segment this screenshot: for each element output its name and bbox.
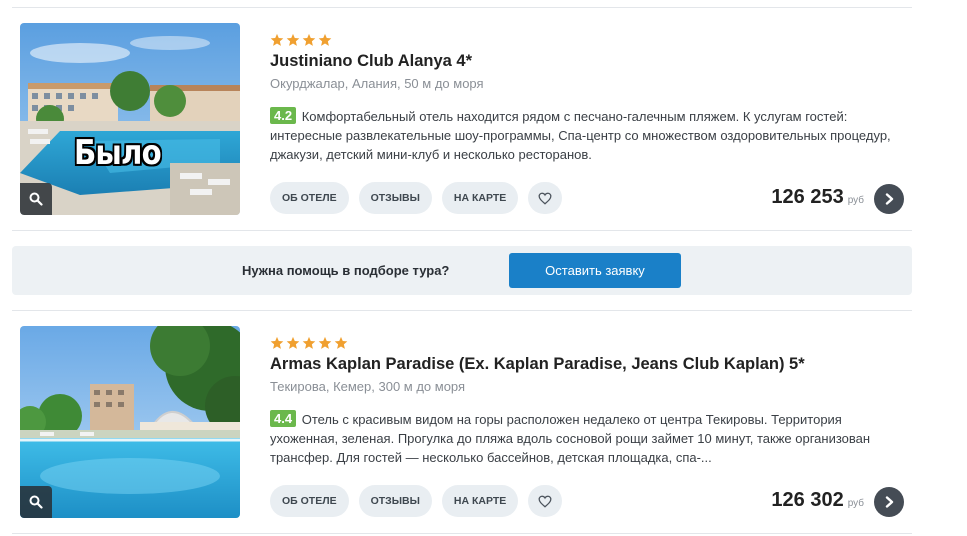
hotel-stars: [270, 33, 332, 47]
favorite-button[interactable]: [528, 485, 563, 517]
about-hotel-button[interactable]: ОБ ОТЕЛЕ: [270, 485, 349, 517]
chevron-right-icon: [885, 193, 894, 205]
leave-request-button[interactable]: Оставить заявку: [509, 253, 681, 288]
hotel-description: 4.2 Комфортабельный отель находится рядо…: [270, 107, 900, 164]
rating-badge: 4.2: [270, 107, 297, 124]
help-text: Нужна помощь в подборе тура?: [242, 263, 450, 278]
hotel-card: Было Justiniano Club Alanya 4* Окурджала…: [12, 23, 912, 223]
star-icon: [318, 336, 332, 349]
divider: [12, 230, 912, 231]
divider-top: [12, 7, 912, 8]
price-currency: руб: [847, 498, 864, 509]
hotel-actions: ОБ ОТЕЛЕ ОТЗЫВЫ НА КАРТЕ: [270, 485, 563, 517]
open-hotel-button[interactable]: [874, 487, 904, 517]
heart-icon: [538, 495, 552, 508]
hotel-name[interactable]: Justiniano Club Alanya 4*: [270, 52, 472, 71]
help-banner: Нужна помощь в подборе тура? Оставить за…: [12, 246, 912, 295]
star-icon: [286, 336, 300, 349]
reviews-button[interactable]: ОТЗЫВЫ: [358, 182, 432, 214]
divider-bottom: [12, 533, 912, 534]
description-text: Комфортабельный отель находится рядом с …: [270, 109, 891, 162]
hotel-stars: [270, 336, 348, 350]
photo-zoom-button[interactable]: [20, 486, 52, 518]
divider: [12, 310, 912, 311]
chevron-right-icon: [885, 496, 894, 508]
star-icon: [318, 33, 332, 46]
star-icon: [302, 33, 316, 46]
rating-badge: 4.4: [270, 410, 297, 427]
favorite-button[interactable]: [528, 182, 563, 214]
about-hotel-button[interactable]: ОБ ОТЕЛЕ: [270, 182, 349, 214]
price-value: 126 302: [771, 489, 844, 511]
hotel-description: 4.4 Отель с красивым видом на горы распо…: [270, 410, 900, 467]
heart-icon: [538, 192, 552, 205]
open-hotel-button[interactable]: [874, 184, 904, 214]
price-currency: руб: [847, 195, 864, 206]
on-map-button[interactable]: НА КАРТЕ: [441, 182, 519, 214]
star-icon: [270, 33, 284, 46]
search-icon: [29, 192, 43, 206]
hotel-price: 126 302 руб: [771, 489, 864, 512]
star-icon: [334, 336, 348, 349]
price-value: 126 253: [771, 186, 844, 208]
hotel-location: Текирова, Кемер, 300 м до моря: [270, 379, 466, 394]
hotel-card: Armas Kaplan Paradise (Ex. Kaplan Paradi…: [12, 326, 912, 526]
hotel-location: Окурджалар, Алания, 50 м до моря: [270, 76, 484, 91]
star-icon: [302, 336, 316, 349]
star-icon: [286, 33, 300, 46]
hotel-photo-image: [20, 23, 240, 215]
hotel-photo[interactable]: Было: [20, 23, 240, 215]
photo-overlay-caption: Было: [74, 133, 162, 173]
hotel-info: Armas Kaplan Paradise (Ex. Kaplan Paradi…: [270, 326, 910, 522]
hotel-price: 126 253 руб: [771, 186, 864, 209]
star-icon: [270, 336, 284, 349]
on-map-button[interactable]: НА КАРТЕ: [441, 485, 519, 517]
hotel-photo[interactable]: [20, 326, 240, 518]
hotel-name[interactable]: Armas Kaplan Paradise (Ex. Kaplan Paradi…: [270, 355, 805, 374]
photo-zoom-button[interactable]: [20, 183, 52, 215]
hotel-actions: ОБ ОТЕЛЕ ОТЗЫВЫ НА КАРТЕ: [270, 182, 563, 214]
description-text: Отель с красивым видом на горы расположе…: [270, 412, 871, 465]
search-icon: [29, 495, 43, 509]
hotel-photo-image: [20, 326, 240, 518]
reviews-button[interactable]: ОТЗЫВЫ: [358, 485, 432, 517]
hotel-info: Justiniano Club Alanya 4* Окурджалар, Ал…: [270, 23, 910, 219]
